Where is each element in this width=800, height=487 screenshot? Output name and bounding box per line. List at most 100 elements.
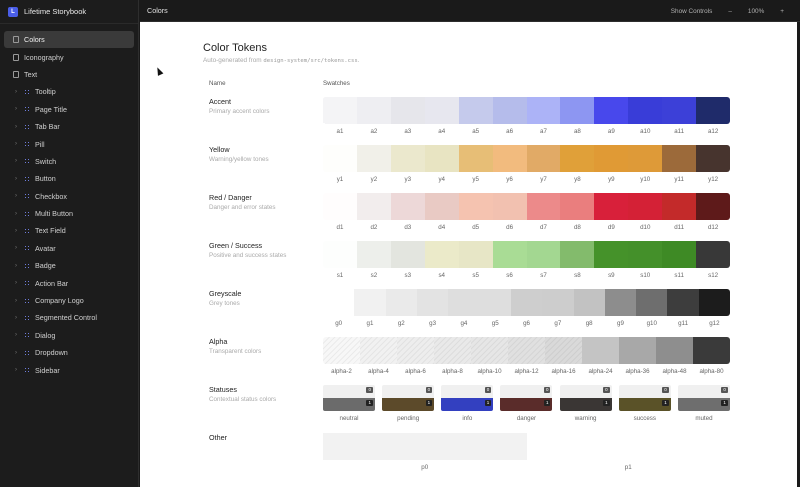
color-swatch[interactable] — [448, 289, 480, 316]
color-swatch[interactable] — [323, 433, 527, 460]
color-swatch[interactable] — [323, 97, 357, 124]
color-swatch[interactable] — [356, 241, 391, 268]
color-swatch[interactable] — [424, 97, 459, 124]
sidebar-item-action-bar[interactable]: › Action Bar — [4, 274, 134, 291]
color-swatch[interactable] — [526, 193, 561, 220]
status-swatch-success[interactable]: 0 1 success — [618, 385, 671, 422]
color-swatch[interactable] — [636, 289, 668, 316]
color-swatch[interactable] — [356, 145, 391, 172]
sidebar-item-checkbox[interactable]: › Checkbox — [4, 188, 134, 205]
color-swatch[interactable] — [594, 193, 629, 220]
color-swatch[interactable] — [594, 97, 629, 124]
color-swatch[interactable] — [479, 289, 511, 316]
color-swatch[interactable] — [397, 337, 434, 364]
sidebar-item-text-field[interactable]: › Text Field — [4, 222, 134, 239]
color-swatch[interactable] — [560, 145, 595, 172]
color-swatch[interactable] — [323, 193, 357, 220]
color-swatch[interactable] — [356, 193, 391, 220]
status-swatch-pending[interactable]: 0 1 pending — [382, 385, 435, 422]
sidebar-item-iconography[interactable]: Iconography — [4, 48, 134, 65]
color-swatch[interactable] — [416, 289, 449, 316]
status-swatch-info[interactable]: 0 1 info — [441, 385, 494, 422]
color-swatch[interactable] — [696, 145, 730, 172]
sidebar-item-dropdown[interactable]: › Dropdown — [4, 344, 134, 361]
color-swatch[interactable] — [628, 145, 663, 172]
color-swatch[interactable] — [560, 241, 595, 268]
color-swatch[interactable] — [356, 97, 391, 124]
color-swatch[interactable] — [573, 289, 605, 316]
sidebar-item-switch[interactable]: › Switch — [4, 153, 134, 170]
color-swatch[interactable] — [693, 337, 730, 364]
color-swatch[interactable] — [323, 289, 355, 316]
sidebar-item-multi-button[interactable]: › Multi Button — [4, 205, 134, 222]
color-swatch[interactable] — [560, 193, 595, 220]
color-swatch[interactable] — [582, 337, 619, 364]
color-swatch[interactable] — [526, 241, 561, 268]
color-swatch[interactable] — [594, 145, 629, 172]
color-swatch[interactable] — [526, 145, 561, 172]
sidebar-item-avatar[interactable]: › Avatar — [4, 240, 134, 257]
sidebar-item-button[interactable]: › Button — [4, 170, 134, 187]
color-swatch[interactable] — [696, 241, 730, 268]
color-swatch[interactable] — [458, 241, 493, 268]
color-swatch[interactable] — [508, 337, 545, 364]
color-swatch[interactable] — [323, 337, 360, 364]
sidebar-item-pill[interactable]: › Pill — [4, 135, 134, 152]
color-swatch[interactable] — [390, 241, 425, 268]
color-swatch[interactable] — [458, 193, 493, 220]
color-swatch[interactable] — [560, 97, 595, 124]
color-swatch[interactable] — [662, 145, 697, 172]
status-swatch-neutral[interactable]: 0 1 neutral — [323, 385, 375, 422]
color-swatch[interactable] — [662, 193, 697, 220]
sidebar-item-dialog[interactable]: › Dialog — [4, 327, 134, 344]
color-swatch[interactable] — [628, 97, 663, 124]
color-swatch[interactable] — [458, 97, 493, 124]
color-swatch[interactable] — [656, 337, 693, 364]
color-swatch[interactable] — [390, 193, 425, 220]
sidebar-item-text[interactable]: Text — [4, 66, 134, 83]
color-swatch[interactable] — [594, 241, 629, 268]
color-swatch[interactable] — [424, 241, 459, 268]
sidebar-item-badge[interactable]: › Badge — [4, 257, 134, 274]
color-swatch[interactable] — [698, 289, 730, 316]
color-swatch[interactable] — [471, 337, 508, 364]
color-swatch[interactable] — [424, 193, 459, 220]
color-swatch[interactable] — [354, 289, 386, 316]
color-swatch[interactable] — [604, 289, 637, 316]
color-swatch[interactable] — [434, 337, 471, 364]
color-swatch[interactable] — [667, 289, 699, 316]
color-swatch[interactable] — [458, 145, 493, 172]
status-swatch-warning[interactable]: 0 1 warning — [559, 385, 612, 422]
brand-header[interactable]: L Lifetime Storybook — [0, 0, 138, 24]
sidebar-item-colors[interactable]: Colors — [4, 31, 134, 49]
status-swatch-muted[interactable]: 0 1 muted — [677, 385, 730, 422]
color-swatch[interactable] — [696, 193, 730, 220]
color-swatch[interactable] — [545, 337, 582, 364]
color-swatch[interactable] — [492, 193, 527, 220]
color-swatch[interactable] — [662, 97, 697, 124]
color-swatch[interactable] — [628, 193, 663, 220]
color-swatch[interactable] — [542, 289, 574, 316]
color-swatch[interactable] — [492, 241, 527, 268]
sidebar-item-segmented-control[interactable]: › Segmented Control — [4, 309, 134, 326]
zoom-out-button[interactable]: – — [720, 8, 740, 15]
color-swatch[interactable] — [662, 241, 697, 268]
color-swatch[interactable] — [390, 145, 425, 172]
color-swatch[interactable] — [696, 97, 730, 124]
zoom-level[interactable]: 100% — [740, 8, 772, 15]
color-swatch[interactable] — [628, 241, 663, 268]
color-swatch[interactable] — [390, 97, 425, 124]
sidebar-item-page-title[interactable]: › Page Title — [4, 101, 134, 118]
color-swatch[interactable] — [323, 241, 357, 268]
status-swatch-danger[interactable]: 0 1 danger — [500, 385, 553, 422]
color-swatch[interactable] — [492, 145, 527, 172]
show-controls-button[interactable]: Show Controls — [663, 8, 721, 15]
zoom-in-button[interactable]: + — [772, 8, 792, 15]
color-swatch[interactable] — [510, 289, 543, 316]
color-swatch[interactable] — [323, 145, 357, 172]
color-swatch[interactable] — [360, 337, 397, 364]
sidebar-item-tooltip[interactable]: › Tooltip — [4, 83, 134, 100]
color-swatch[interactable] — [619, 337, 656, 364]
sidebar-item-tab-bar[interactable]: › Tab Bar — [4, 118, 134, 135]
sidebar-item-sidebar[interactable]: › Sidebar — [4, 361, 134, 378]
